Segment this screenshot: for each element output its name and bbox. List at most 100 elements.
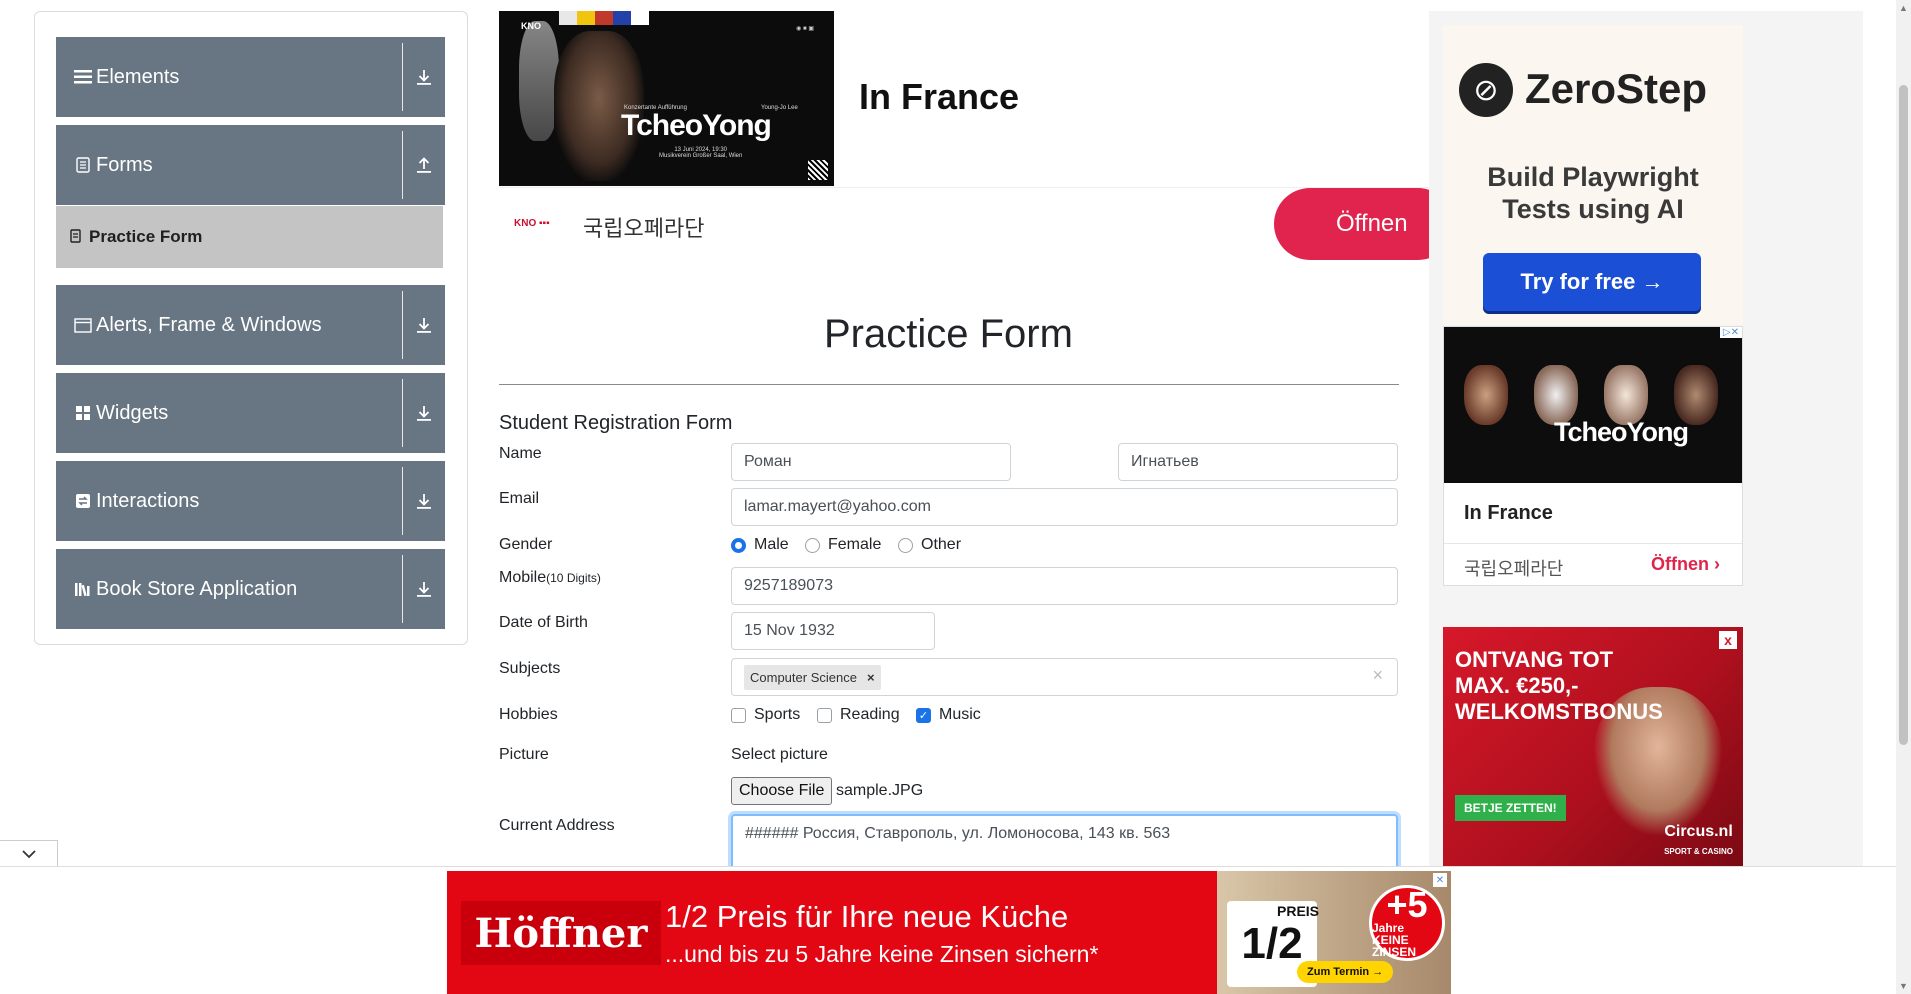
adchoices-icon[interactable]: ▷✕ [1719, 327, 1742, 338]
hobby-checkbox-sports[interactable]: Sports [731, 706, 800, 724]
scrollbar[interactable]: ▲ ▼ [1896, 0, 1911, 994]
sidebar-group-label: Book Store Application [96, 577, 298, 600]
divider [402, 467, 403, 535]
sidebar-group-label: Interactions [96, 489, 200, 512]
divider [402, 291, 403, 359]
poster-date: 13 Juni 2024, 19:30 Musikverein Großer Sa… [659, 147, 743, 159]
radio-unchecked[interactable] [898, 537, 913, 553]
divider [499, 384, 1399, 385]
divider [402, 43, 403, 111]
choose-file-button[interactable]: Choose File [731, 777, 833, 805]
mobile-input[interactable]: 9257189073 [731, 567, 1398, 605]
divider [402, 379, 403, 447]
zero-interest-badge: +5 Jahre KEINE ZINSEN [1369, 885, 1445, 961]
scrollbar-thumb[interactable] [1899, 85, 1908, 745]
color-band [559, 11, 649, 25]
date-of-birth-input[interactable]: 15 Nov 1932 [731, 612, 935, 650]
hobby-checkbox-music[interactable]: ✓ Music [916, 706, 981, 724]
sidebar-group-label: Forms [96, 153, 153, 176]
download-icon[interactable] [411, 549, 437, 629]
subjects-input[interactable]: Computer Science × × [731, 658, 1398, 696]
sidebar-group-label: Alerts, Frame & Windows [96, 313, 322, 336]
gender-radio-male[interactable]: Male [731, 536, 789, 554]
kno-ad-card[interactable]: TcheoYong ▷✕ In France 국립오페라단 Öffnen › [1443, 326, 1743, 586]
document-icon [74, 156, 92, 174]
sidebar: Elements Forms Practice Form Alerts, Fra… [34, 11, 468, 645]
form-icon [70, 228, 81, 246]
download-icon[interactable] [411, 373, 437, 453]
gender-radio-female[interactable]: Female [805, 536, 881, 554]
sidebar-group-forms[interactable]: Forms [56, 125, 445, 205]
sidebar-group-elements[interactable]: Elements [56, 37, 445, 117]
hobbies-label: Hobbies [499, 706, 558, 723]
sidebar-group-interactions[interactable]: Interactions [56, 461, 445, 541]
email-input[interactable]: lamar.mayert@yahoo.com [731, 488, 1398, 526]
mask-image [1674, 365, 1718, 425]
radio-checked[interactable] [731, 537, 746, 553]
poster-title: TcheoYong [1554, 417, 1689, 447]
page-title: Practice Form [824, 312, 1073, 356]
kitchen-image: 1/2 PREIS +5 Jahre KEINE ZINSEN Zum Termi… [1217, 871, 1451, 994]
remove-chip-icon[interactable]: × [867, 670, 875, 685]
collapse-ad-button[interactable] [0, 840, 58, 867]
ad-poster-image[interactable]: TcheoYong ▷✕ [1444, 327, 1742, 483]
ad-title[interactable]: In France [859, 76, 1019, 118]
ad-poster-image[interactable]: KNO ◉ ■ ▣ Konzertante Aufführung Young-J… [499, 11, 834, 186]
open-button[interactable]: Öffnen [1274, 188, 1454, 260]
sidebar-group-alerts[interactable]: Alerts, Frame & Windows [56, 285, 445, 365]
download-icon[interactable] [411, 285, 437, 365]
circus-ad[interactable]: ONTVANG TOT MAX. €250,- WELKOMSTBONUS x … [1443, 627, 1743, 866]
scroll-down-icon[interactable]: ▼ [1899, 981, 1908, 991]
dob-label: Date of Birth [499, 614, 588, 631]
hobby-checkbox-reading[interactable]: Reading [817, 706, 900, 724]
ad-title[interactable]: In France [1464, 502, 1553, 525]
download-icon[interactable] [411, 37, 437, 117]
books-icon [74, 580, 92, 598]
close-icon[interactable]: x [1719, 631, 1737, 649]
feather-decoration [519, 21, 559, 141]
sidebar-item-label: Practice Form [89, 227, 203, 246]
form-subtitle: Student Registration Form [499, 412, 733, 434]
hamburger-icon [74, 68, 92, 86]
interactions-icon [74, 492, 92, 510]
try-for-free-button[interactable]: Try for free → [1483, 253, 1701, 311]
gender-label: Gender [499, 536, 553, 553]
close-icon[interactable]: ✕ [1433, 873, 1447, 887]
sidebar-group-widgets[interactable]: Widgets [56, 373, 445, 453]
zerostep-tagline: Build Playwright Tests using AI [1487, 162, 1699, 224]
subjects-label: Subjects [499, 660, 561, 677]
clear-all-icon[interactable]: × [1372, 665, 1383, 686]
hoeffner-logo: Höffner [461, 901, 661, 965]
poster-title: TcheoYong [621, 109, 772, 142]
brand-logo: KNO ▪▪▪ [514, 218, 550, 229]
ad-subline: ...und bis zu 5 Jahre keine Zinsen siche… [665, 941, 1099, 967]
checkbox[interactable] [817, 707, 832, 723]
checkbox-checked[interactable]: ✓ [916, 707, 931, 723]
sidebar-group-book-store[interactable]: Book Store Application [56, 549, 445, 629]
ad-brand: 국립오페라단 [583, 216, 705, 241]
sidebar-item-practice-form[interactable]: Practice Form [56, 206, 445, 268]
first-name-input[interactable]: Роман [731, 443, 1011, 481]
page: Elements Forms Practice Form Alerts, Fra… [0, 0, 1911, 994]
hoeffner-ad[interactable]: Höffner 1/2 Preis für Ihre neue Küche ..… [447, 871, 1451, 994]
email-label: Email [499, 490, 540, 507]
widgets-icon [74, 404, 92, 422]
download-icon[interactable] [411, 461, 437, 541]
gender-radio-other[interactable]: Other [898, 536, 961, 554]
radio-unchecked[interactable] [805, 537, 820, 553]
sidebar-group-label: Elements [96, 65, 180, 88]
name-label: Name [499, 445, 542, 462]
upload-icon[interactable] [411, 125, 437, 205]
window-icon [74, 316, 92, 334]
last-name-input[interactable]: Игнатьев [1118, 443, 1398, 481]
checkbox[interactable] [731, 707, 746, 723]
current-address-textarea[interactable]: ###### Россия, Ставрополь, ул. Ломоносов… [731, 814, 1398, 874]
zerostep-ad[interactable]: ⊘ ZeroStep Build Playwright Tests using … [1443, 25, 1743, 325]
scroll-up-icon[interactable]: ▲ [1899, 3, 1908, 13]
ad-headline: 1/2 Preis für Ihre neue Küche [665, 899, 1069, 934]
bet-button[interactable]: BETJE ZETTEN! [1455, 795, 1566, 821]
price-label: PREIS [1277, 903, 1320, 919]
open-link[interactable]: Öffnen › [1651, 554, 1720, 575]
appointment-button[interactable]: Zum Termin → [1297, 961, 1394, 983]
top-ad-banner[interactable]: KNO ◉ ■ ▣ Konzertante Aufführung Young-J… [499, 11, 1454, 273]
